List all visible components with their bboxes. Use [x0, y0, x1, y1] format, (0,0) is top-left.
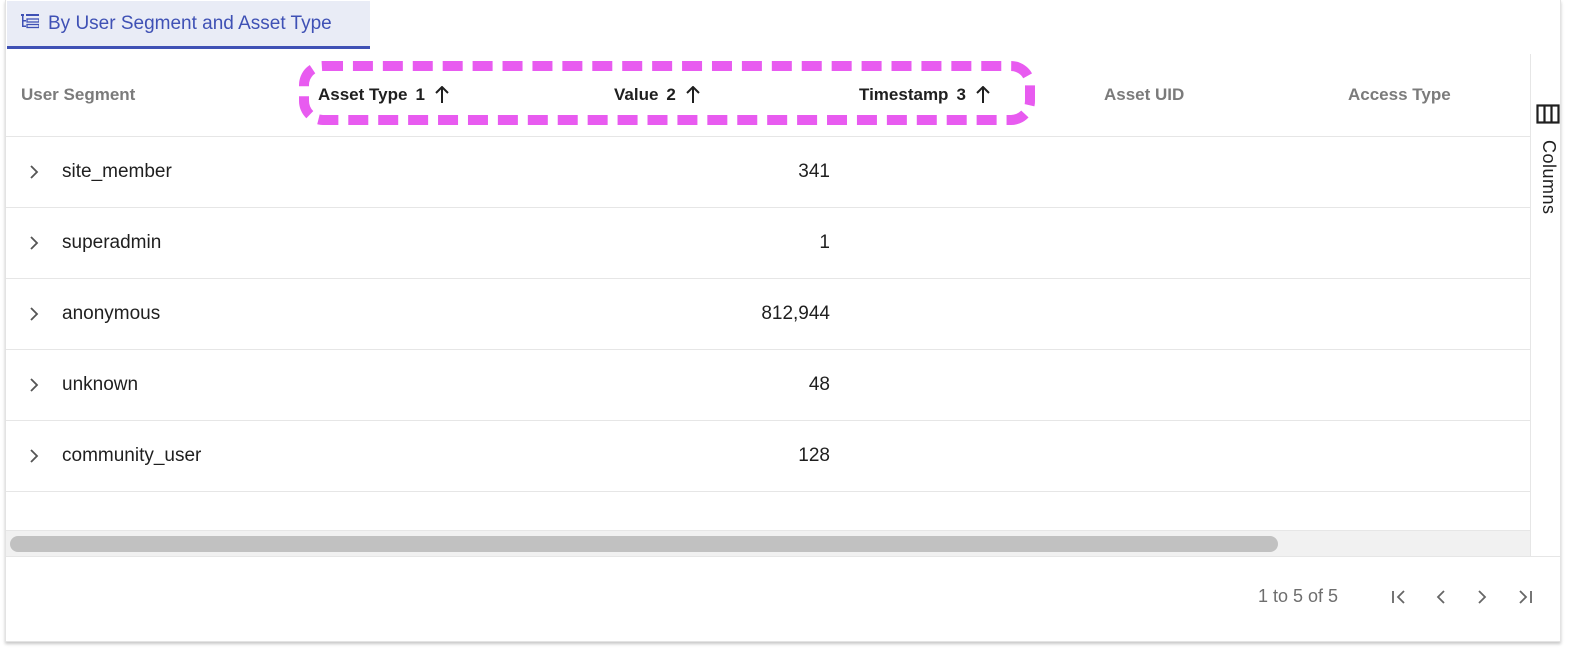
next-page-button[interactable] — [1471, 586, 1493, 608]
value-cell: 341 — [798, 161, 830, 182]
header-value[interactable]: Value 2 — [614, 54, 701, 136]
value-cell: 812,944 — [761, 303, 830, 324]
value-cell: 1 — [819, 232, 830, 253]
horizontal-scrollbar-thumb[interactable] — [10, 536, 1278, 552]
header-label: Access Type — [1348, 85, 1451, 104]
data-grid: By User Segment and Asset Type User Segm… — [5, 0, 1561, 642]
table-row[interactable]: superadmin 1 — [6, 208, 1530, 279]
header-label: User Segment — [21, 85, 136, 104]
header-label: Value — [614, 85, 659, 104]
arrow-up-icon — [685, 86, 701, 104]
segment-cell: community_user — [62, 445, 202, 466]
table-row[interactable]: unknown 48 — [6, 350, 1530, 421]
previous-page-button[interactable] — [1430, 586, 1452, 608]
table-row[interactable]: site_member 341 — [6, 137, 1530, 208]
table-row[interactable]: community_user 128 — [6, 421, 1530, 492]
sort-order-index: 3 — [956, 85, 966, 104]
value-cell: 48 — [808, 374, 830, 395]
header-user-segment[interactable]: User Segment — [21, 54, 135, 136]
chevron-left-icon — [1431, 587, 1451, 607]
chevron-right-icon — [1472, 587, 1492, 607]
horizontal-scrollbar[interactable] — [6, 530, 1530, 557]
first-page-icon — [1389, 587, 1409, 607]
header-label: Asset Type — [318, 85, 408, 104]
header-timestamp[interactable]: Timestamp 3 — [859, 54, 991, 136]
group-by-tab-label: By User Segment and Asset Type — [48, 12, 332, 34]
segment-cell: unknown — [62, 374, 139, 395]
tree-group-icon — [21, 13, 48, 35]
header-label: Timestamp — [859, 85, 949, 104]
sort-order-index: 1 — [415, 85, 425, 104]
table-row[interactable]: anonymous 812,944 — [6, 279, 1530, 350]
footer-divider — [6, 556, 1560, 557]
chevron-right-icon[interactable] — [26, 375, 42, 395]
header-asset-uid[interactable]: Asset UID — [1104, 54, 1184, 136]
header-access-type[interactable]: Access Type — [1348, 54, 1451, 136]
header-label: Asset UID — [1104, 85, 1185, 104]
first-page-button[interactable] — [1388, 586, 1410, 608]
chevron-right-icon[interactable] — [26, 162, 42, 182]
sort-order-index: 2 — [666, 85, 676, 104]
last-page-button[interactable] — [1514, 586, 1536, 608]
chevron-right-icon[interactable] — [26, 446, 42, 466]
chevron-right-icon[interactable] — [26, 304, 42, 324]
value-cell: 128 — [798, 445, 830, 466]
columns-icon — [1536, 104, 1560, 124]
grid-body: site_member 341 superadmin 1 anonymous 8… — [6, 137, 1530, 492]
pagination-summary: 1 to 5 of 5 — [1258, 586, 1339, 606]
segment-cell: superadmin — [62, 232, 162, 253]
columns-panel-toggle[interactable]: Columns — [1534, 100, 1560, 224]
segment-cell: site_member — [62, 161, 172, 182]
segment-cell: anonymous — [62, 303, 161, 324]
group-by-tab[interactable]: By User Segment and Asset Type — [7, 1, 370, 49]
arrow-up-icon — [975, 86, 991, 104]
arrow-up-icon — [434, 86, 450, 104]
header-asset-type[interactable]: Asset Type 1 — [318, 54, 450, 136]
chevron-right-icon[interactable] — [26, 233, 42, 253]
last-page-icon — [1515, 587, 1535, 607]
columns-panel-label: Columns — [1539, 140, 1559, 215]
column-header-row: User Segment Asset Type 1 Value 2 Timest… — [6, 54, 1530, 137]
